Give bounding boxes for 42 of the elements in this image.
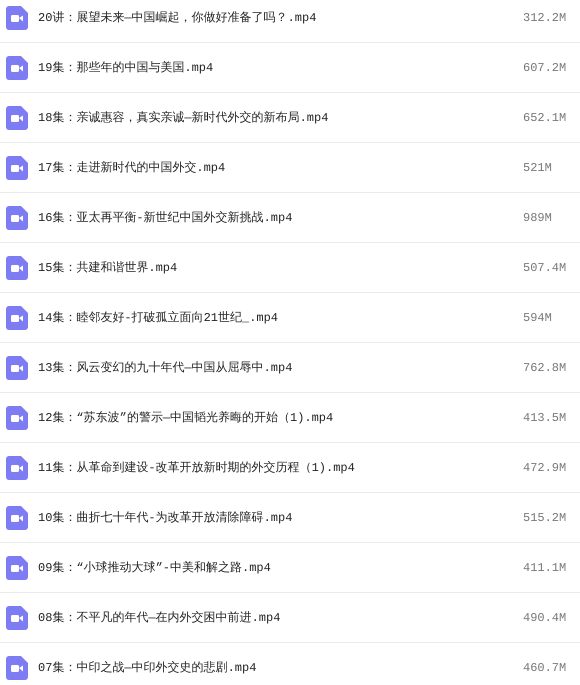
file-name[interactable]: 14集：睦邻友好-打破孤立面向21世纪_.mp4 [38, 309, 523, 326]
video-file-icon [6, 556, 28, 580]
file-name[interactable]: 13集：风云变幻的九十年代—中国从屈辱中.mp4 [38, 359, 523, 376]
video-file-icon [6, 56, 28, 80]
file-size: 515.2M [523, 510, 568, 524]
file-size: 607.2M [523, 60, 568, 74]
video-file-icon [6, 106, 28, 130]
file-size: 594M [523, 310, 553, 324]
video-file-icon [6, 506, 28, 530]
file-size: 413.5M [523, 410, 568, 424]
video-file-icon [6, 656, 28, 680]
file-name[interactable]: 09集：“小球推动大球”-中美和解之路.mp4 [38, 559, 523, 576]
file-size: 490.4M [523, 610, 568, 624]
file-size: 652.1M [523, 110, 568, 124]
video-file-icon [6, 256, 28, 280]
video-file-icon [6, 406, 28, 430]
file-size: 989M [523, 210, 553, 224]
file-size: 762.8M [523, 360, 568, 374]
video-file-icon [6, 356, 28, 380]
video-file-icon [6, 306, 28, 330]
file-size: 472.9M [523, 460, 568, 474]
video-file-icon [6, 456, 28, 480]
file-name[interactable]: 10集：曲折七十年代-为改革开放清除障碍.mp4 [38, 509, 523, 526]
video-file-icon [6, 6, 28, 30]
video-file-icon [6, 206, 28, 230]
video-file-icon [6, 156, 28, 180]
file-size: 312.2M [523, 10, 568, 24]
file-name[interactable]: 08集：不平凡的年代—在内外交困中前进.mp4 [38, 609, 523, 626]
file-name[interactable]: 16集：亚太再平衡-新世纪中国外交新挑战.mp4 [38, 209, 523, 226]
file-name[interactable]: 11集：从革命到建设-改革开放新时期的外交历程（1).mp4 [38, 459, 523, 476]
file-name[interactable]: 17集：走进新时代的中国外交.mp4 [38, 159, 523, 176]
file-name[interactable]: 20讲：展望未来—中国崛起，你做好准备了吗？.mp4 [38, 9, 523, 26]
file-name[interactable]: 18集：亲诚惠容，真实亲诚—新时代外交的新布局.mp4 [38, 109, 523, 126]
file-name[interactable]: 07集：中印之战—中印外交史的悲剧.mp4 [38, 659, 523, 676]
video-file-icon [6, 606, 28, 630]
file-size: 460.7M [523, 660, 568, 674]
file-size: 521M [523, 160, 553, 174]
file-name[interactable]: 19集：那些年的中国与美国.mp4 [38, 59, 523, 76]
file-name[interactable]: 15集：共建和谐世界.mp4 [38, 259, 523, 276]
file-size: 411.1M [523, 560, 568, 574]
file-size: 507.4M [523, 260, 568, 274]
file-name[interactable]: 12集：“苏东波”的警示—中国韬光养晦的开始（1).mp4 [38, 409, 523, 426]
